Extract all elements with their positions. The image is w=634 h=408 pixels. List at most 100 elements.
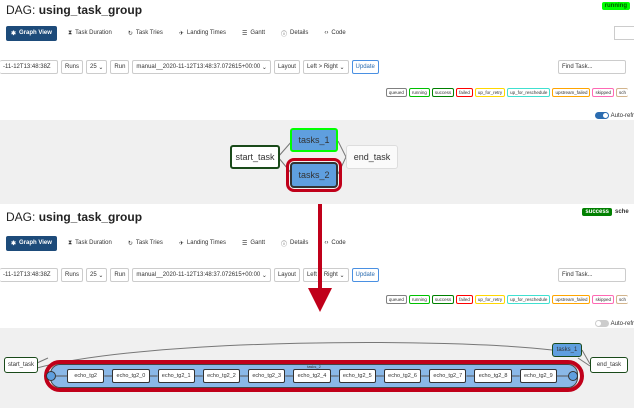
legend-up-for-reschedule[interactable]: up_for_reschedule	[507, 295, 551, 304]
dag-state-badge: running	[601, 2, 630, 10]
graph-view-panel-expanded: DAG: using_task_group success sche ✱ Grap…	[0, 204, 634, 408]
runs-select[interactable]: 25 ⌄	[86, 268, 108, 282]
node-start-task[interactable]: start_task	[230, 145, 280, 169]
state-legend: queued running success failed up_for_ret…	[385, 88, 628, 97]
schedule-box	[614, 26, 634, 40]
layout-select[interactable]: Left > Right ⌄	[302, 60, 349, 74]
node-tasks-1[interactable]: tasks_1	[552, 343, 582, 357]
task-node-echo-tg2-1[interactable]: echo_tg2_1	[157, 369, 195, 383]
annotation-arrow	[308, 204, 332, 312]
tab-gantt[interactable]: ☰ Gantt	[237, 236, 270, 251]
toggle-switch[interactable]	[594, 112, 609, 119]
tab-landing-times[interactable]: ✈ Landing Times	[174, 26, 231, 41]
dag-state-badge: success	[582, 208, 612, 216]
auto-refresh-toggle[interactable]: Auto-refr	[594, 320, 634, 327]
run-select[interactable]: manual__2020-11-12T13:48:37.072615+00:00…	[132, 60, 271, 74]
runs-select[interactable]: 25 ⌄	[86, 60, 108, 74]
chevron-down-icon: ⌄	[261, 272, 267, 279]
dag-prefix: DAG:	[6, 210, 36, 224]
tab-code[interactable]: ‹› Code	[319, 26, 350, 40]
tab-label: Graph View	[19, 30, 52, 36]
duration-icon: ⧗	[67, 239, 73, 246]
tab-label: Task Tries	[135, 240, 163, 246]
legend-up-for-retry[interactable]: up_for_retry	[474, 295, 506, 304]
task-node-echo-tg2-7[interactable]: echo_tg2_7	[429, 369, 467, 383]
legend-queued[interactable]: queued	[385, 295, 407, 304]
node-tasks-1[interactable]: tasks_1	[290, 128, 338, 152]
group-task-chain: echo_tg2 echo_tg2_0 echo_tg2_1 echo_tg2_2 ec…	[46, 368, 582, 384]
legend-failed[interactable]: failed	[456, 88, 473, 97]
node-tasks-2[interactable]: tasks_2	[286, 158, 342, 192]
task-node-echo-tg2-4[interactable]: echo_tg2_4	[293, 369, 331, 383]
graph-view-panel-collapsed: DAG: using_task_group running ✱ Graph Vie…	[0, 0, 634, 204]
base-date-input[interactable]: -11-12T13:48:38Z	[0, 268, 58, 282]
task-node-echo-tg2-5[interactable]: echo_tg2_5	[338, 369, 376, 383]
tab-task-tries[interactable]: ↻ Task Tries	[123, 26, 168, 41]
run-label: Run	[110, 268, 130, 282]
task-node-echo-tg2-6[interactable]: echo_tg2_6	[383, 369, 422, 383]
tab-landing-times[interactable]: ✈ Landing Times	[174, 236, 231, 251]
legend-running[interactable]: running	[408, 88, 430, 97]
dag-name: using_task_group	[38, 210, 143, 224]
graph-canvas: start_task tasks_1 tasks_2 end_task	[0, 120, 634, 204]
run-value: manual__2020-11-12T13:48:37.072615+00:00	[136, 272, 261, 278]
node-start-task[interactable]: start_task	[4, 357, 38, 373]
legend-skipped[interactable]: skipped	[592, 295, 614, 304]
run-select[interactable]: manual__2020-11-12T13:48:37.072615+00:00…	[132, 268, 271, 282]
legend-scheduled[interactable]: sch	[615, 88, 628, 97]
dag-name: using_task_group	[38, 3, 143, 17]
node-end-task[interactable]: end_task	[346, 145, 398, 169]
layout-label: Layout	[273, 268, 300, 282]
legend-skipped[interactable]: skipped	[592, 88, 614, 97]
task-node-echo-tg2-9[interactable]: echo_tg2_9	[519, 369, 557, 383]
schedule-label: sche	[615, 209, 629, 215]
tries-icon: ↻	[127, 30, 133, 37]
gantt-icon: ☰	[241, 240, 248, 247]
legend-queued[interactable]: queued	[385, 88, 407, 97]
legend-running[interactable]: running	[408, 295, 430, 304]
legend-success[interactable]: success	[431, 88, 455, 97]
tab-details[interactable]: ⓘ Details	[276, 25, 313, 42]
task-node-echo-tg2-2[interactable]: echo_tg2_2	[202, 369, 241, 383]
tab-label: Code	[331, 30, 346, 36]
tab-gantt[interactable]: ☰ Gantt	[237, 26, 270, 41]
tab-task-duration[interactable]: ⧗ Task Duration	[63, 236, 117, 251]
tab-label: Gantt	[250, 30, 266, 36]
dag-nav-tabs: ✱ Graph View ⧗ Task Duration ↻ Task Tries ✈…	[0, 22, 634, 44]
task-node-echo-tg2-8[interactable]: echo_tg2_8	[474, 369, 512, 383]
toggle-switch[interactable]	[594, 320, 609, 327]
tab-task-tries[interactable]: ↻ Task Tries	[123, 236, 168, 251]
legend-failed[interactable]: failed	[456, 295, 473, 304]
tab-label: Task Duration	[75, 240, 112, 246]
code-icon: ‹›	[324, 30, 329, 36]
gantt-icon: ☰	[241, 30, 248, 37]
layout-label: Layout	[273, 60, 300, 74]
task-node-echo-tg2-0[interactable]: echo_tg2_0	[112, 369, 150, 383]
update-button[interactable]: Update	[351, 268, 379, 282]
tab-task-duration[interactable]: ⧗ Task Duration	[63, 26, 117, 41]
legend-up-for-reschedule[interactable]: up_for_reschedule	[507, 88, 551, 97]
graph-icon: ✱	[11, 240, 17, 247]
legend-up-for-retry[interactable]: up_for_retry	[474, 88, 506, 97]
edge-tasks2-end	[337, 156, 347, 175]
legend-upstream-failed[interactable]: upstream_failed	[552, 88, 591, 97]
task-node-echo-tg2-3[interactable]: echo_tg2_3	[248, 369, 286, 383]
legend-success[interactable]: success	[431, 295, 455, 304]
legend-upstream-failed[interactable]: upstream_failed	[552, 295, 591, 304]
tries-icon: ↻	[127, 240, 133, 247]
edge-tasks1-end	[337, 140, 347, 158]
update-button[interactable]: Update	[351, 60, 379, 74]
find-task-input[interactable]: Find Task...	[558, 268, 626, 282]
node-end-task[interactable]: end_task	[590, 357, 628, 373]
base-date-input[interactable]: -11-12T13:48:38Z	[0, 60, 58, 74]
run-controls: -11-12T13:48:38Z Runs 25 ⌄ Run manual__2…	[0, 58, 634, 76]
runs-label: Runs	[61, 268, 84, 282]
details-icon: ⓘ	[281, 241, 288, 248]
auto-refresh-toggle[interactable]: Auto-refr	[594, 112, 634, 119]
task-node-echo-tg2[interactable]: echo_tg2	[67, 369, 105, 383]
tab-label: Graph View	[19, 240, 52, 246]
tab-graph-view[interactable]: ✱ Graph View	[6, 25, 57, 41]
find-task-input[interactable]: Find Task...	[558, 60, 626, 74]
legend-scheduled[interactable]: sch	[615, 295, 628, 304]
tab-graph-view[interactable]: ✱ Graph View	[6, 235, 57, 251]
